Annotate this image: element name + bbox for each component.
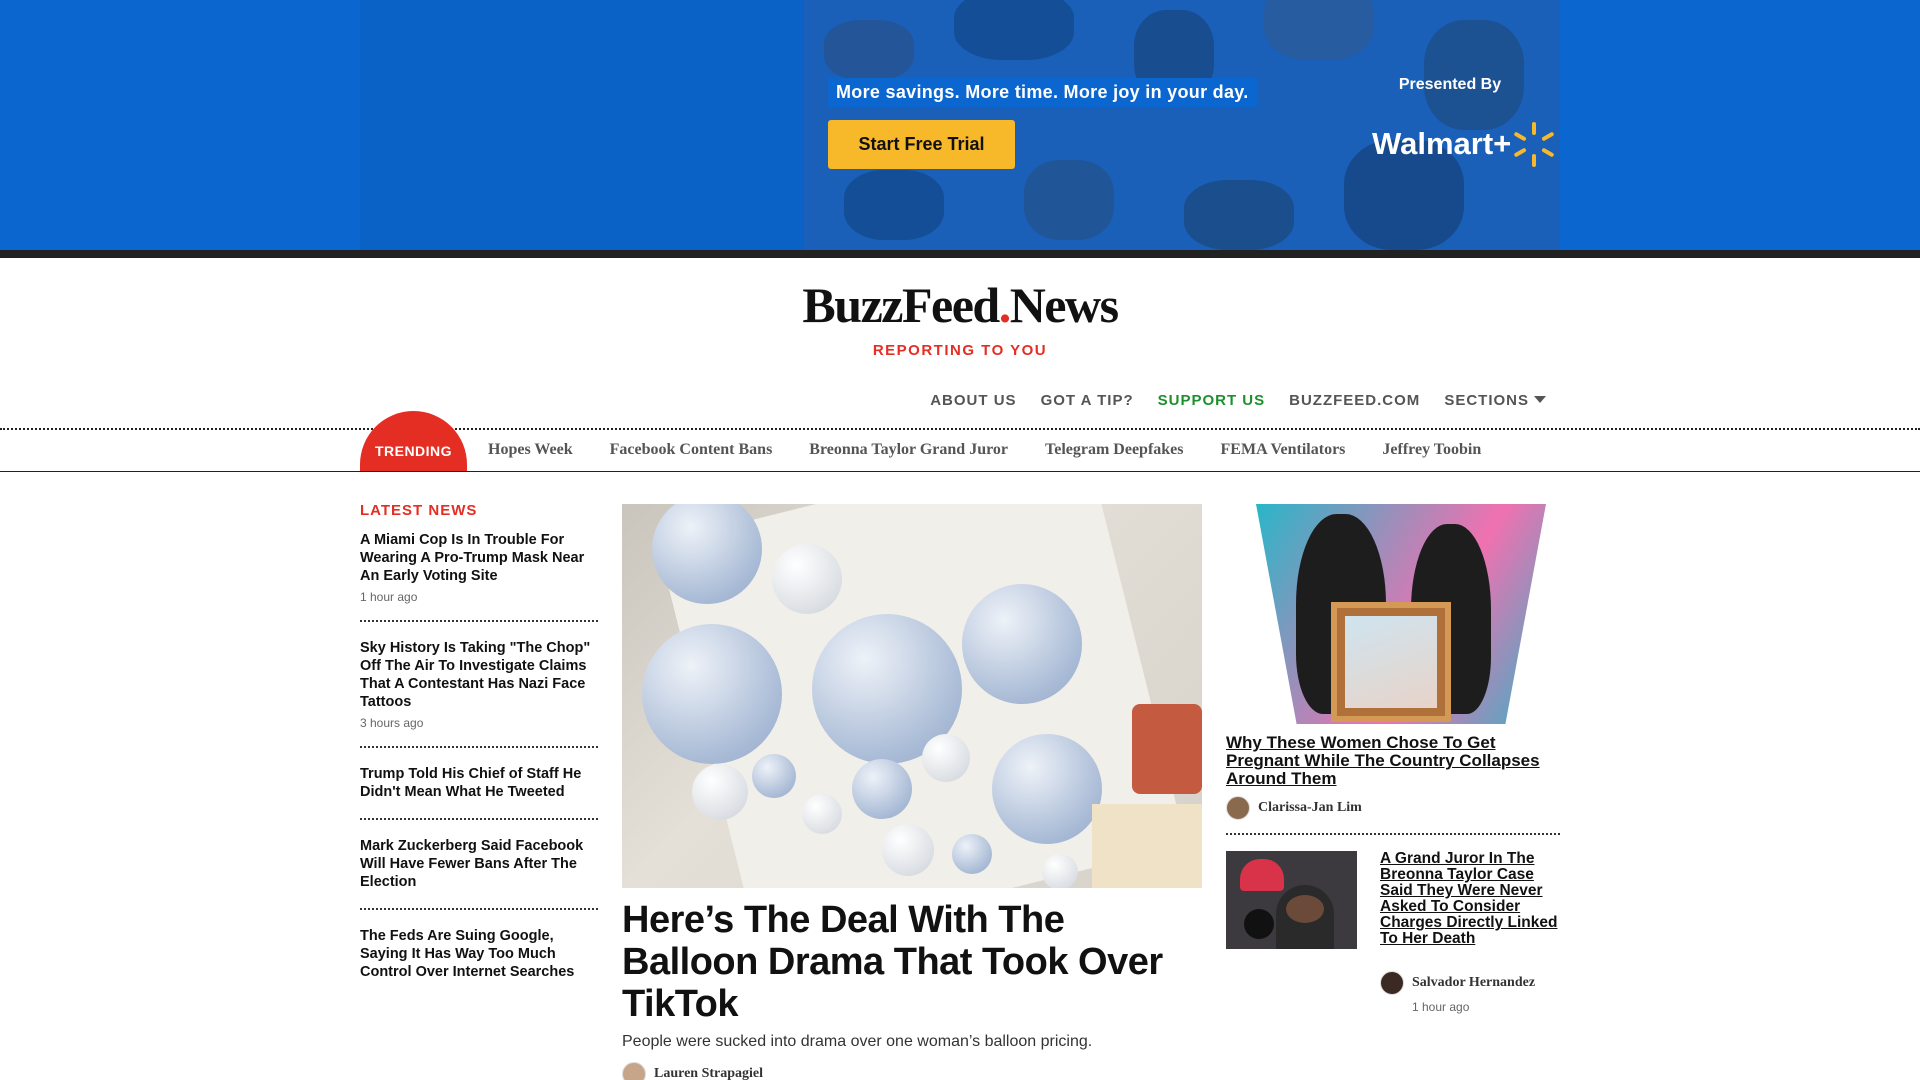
image-face xyxy=(1286,895,1324,923)
avatar xyxy=(1380,971,1404,995)
feature-story-title[interactable]: Here’s The Deal With The Balloon Drama T… xyxy=(622,899,1202,1025)
nav-sections[interactable]: SECTIONS xyxy=(1444,392,1546,409)
balloon xyxy=(752,754,796,798)
author-name: Salvador Hernandez xyxy=(1412,975,1536,990)
author-name: Lauren Strapagiel xyxy=(654,1066,764,1080)
nav-sections-label: SECTIONS xyxy=(1444,392,1529,409)
avatar xyxy=(1226,796,1250,820)
list-item: The Feds Are Suing Google, Saying It Has… xyxy=(360,928,598,998)
sponsor-logo-text: Walmart+ xyxy=(1372,126,1512,161)
buzzfeed-news-logo[interactable]: BuzzFeed.News xyxy=(0,280,1920,330)
balloon xyxy=(922,734,970,782)
right-rail-divider xyxy=(1226,833,1560,835)
right-rail-story2-image[interactable] xyxy=(1226,851,1357,949)
spark-icon xyxy=(1513,119,1555,169)
trending-badge: TRENDING xyxy=(360,411,467,471)
chevron-down-icon xyxy=(1534,396,1546,403)
image-red-cap xyxy=(1240,859,1284,891)
balloon xyxy=(692,764,748,820)
nav-got-a-tip[interactable]: GOT A TIP? xyxy=(1041,392,1134,409)
list-item: Mark Zuckerberg Said Facebook Will Have … xyxy=(360,838,598,910)
logo-word-buzzfeed: BuzzFeed xyxy=(802,277,1000,333)
brand-tagline: REPORTING TO YOU xyxy=(872,342,1048,359)
timestamp: 3 hours ago xyxy=(360,715,424,730)
balloon xyxy=(802,794,842,834)
trending-divider xyxy=(0,471,1920,472)
feature-story-image[interactable] xyxy=(622,504,1202,888)
nav-buzzfeed-com[interactable]: BUZZFEED.COM xyxy=(1289,392,1420,409)
ad-presented-by: Presented By xyxy=(1398,76,1502,93)
trending-links: Hopes Week Facebook Content Bans Breonna… xyxy=(488,441,1518,459)
right-rail-story2-byline[interactable]: Salvador Hernandez xyxy=(1380,971,1535,995)
balloon xyxy=(952,834,992,874)
latest-news-link[interactable]: Trump Told His Chief of Staff He Didn't … xyxy=(360,766,598,802)
balloon xyxy=(642,624,782,764)
right-rail-story-title[interactable]: Why These Women Chose To Get Pregnant Wh… xyxy=(1226,733,1559,789)
balloon xyxy=(962,584,1082,704)
ad-tagline: More savings. More time. More joy in you… xyxy=(828,78,1257,107)
image-toy-house xyxy=(1132,704,1202,794)
feature-story-dek: People were sucked into drama over one w… xyxy=(622,1033,1093,1050)
walmart-plus-logo[interactable]: Walmart+ xyxy=(1372,116,1555,172)
trending-link-breonna-taylor-grand-juror[interactable]: Breonna Taylor Grand Juror xyxy=(809,441,1008,459)
avatar xyxy=(622,1062,646,1080)
trending-link-fema-ventilators[interactable]: FEMA Ventilators xyxy=(1221,441,1346,459)
nav-support-us[interactable]: SUPPORT US xyxy=(1158,392,1266,409)
author-name: Clarissa-Jan Lim xyxy=(1258,800,1362,815)
trending-link-jeffrey-toobin[interactable]: Jeffrey Toobin xyxy=(1382,441,1481,459)
start-free-trial-button[interactable]: Start Free Trial xyxy=(828,120,1015,169)
image-box-corner xyxy=(1092,804,1202,888)
image-microphone xyxy=(1244,909,1274,939)
balloon xyxy=(882,824,934,876)
trending-link-facebook-content-bans[interactable]: Facebook Content Bans xyxy=(610,441,773,459)
ad-banner[interactable]: More savings. More time. More joy in you… xyxy=(0,0,1920,250)
top-navigation: ABOUT US GOT A TIP? SUPPORT US BUZZFEED.… xyxy=(906,392,1546,409)
right-rail-story2-title[interactable]: A Grand Juror In The Breonna Taylor Case… xyxy=(1380,851,1560,947)
balloon xyxy=(1042,854,1078,888)
timestamp: 1 hour ago xyxy=(1412,1000,1470,1014)
masthead: BuzzFeed.News REPORTING TO YOU xyxy=(0,280,1920,359)
latest-news-link[interactable]: A Miami Cop Is In Trouble For Wearing A … xyxy=(360,532,598,586)
right-rail-story-image[interactable] xyxy=(1226,504,1559,724)
latest-news-link[interactable]: Mark Zuckerberg Said Facebook Will Have … xyxy=(360,838,598,892)
list-item: A Miami Cop Is In Trouble For Wearing A … xyxy=(360,532,598,622)
image-picture-frame xyxy=(1331,602,1451,722)
trending-link-telegram-deepfakes[interactable]: Telegram Deepfakes xyxy=(1045,441,1184,459)
trending-link-hopes-week[interactable]: Hopes Week xyxy=(488,441,573,459)
balloon xyxy=(992,734,1102,844)
latest-news-link[interactable]: The Feds Are Suing Google, Saying It Has… xyxy=(360,928,598,982)
latest-news-link[interactable]: Sky History Is Taking "The Chop" Off The… xyxy=(360,640,598,712)
ad-left-panel xyxy=(360,0,804,250)
nav-about-us[interactable]: ABOUT US xyxy=(930,392,1016,409)
logo-dot: . xyxy=(998,277,1012,333)
list-item: Sky History Is Taking "The Chop" Off The… xyxy=(360,640,598,748)
list-item: Trump Told His Chief of Staff He Didn't … xyxy=(360,766,598,820)
ad-bottom-border xyxy=(0,250,1920,258)
feature-byline[interactable]: Lauren Strapagiel xyxy=(622,1062,763,1080)
latest-news-heading: LATEST NEWS xyxy=(360,502,478,519)
timestamp: 1 hour ago xyxy=(360,589,418,604)
nav-divider-dotted xyxy=(0,428,1920,430)
balloon xyxy=(772,544,842,614)
balloon xyxy=(852,759,912,819)
right-rail-byline[interactable]: Clarissa-Jan Lim xyxy=(1226,796,1362,820)
logo-word-news: News xyxy=(1009,277,1119,333)
latest-news-column: LATEST NEWS A Miami Cop Is In Trouble Fo… xyxy=(360,502,598,1016)
